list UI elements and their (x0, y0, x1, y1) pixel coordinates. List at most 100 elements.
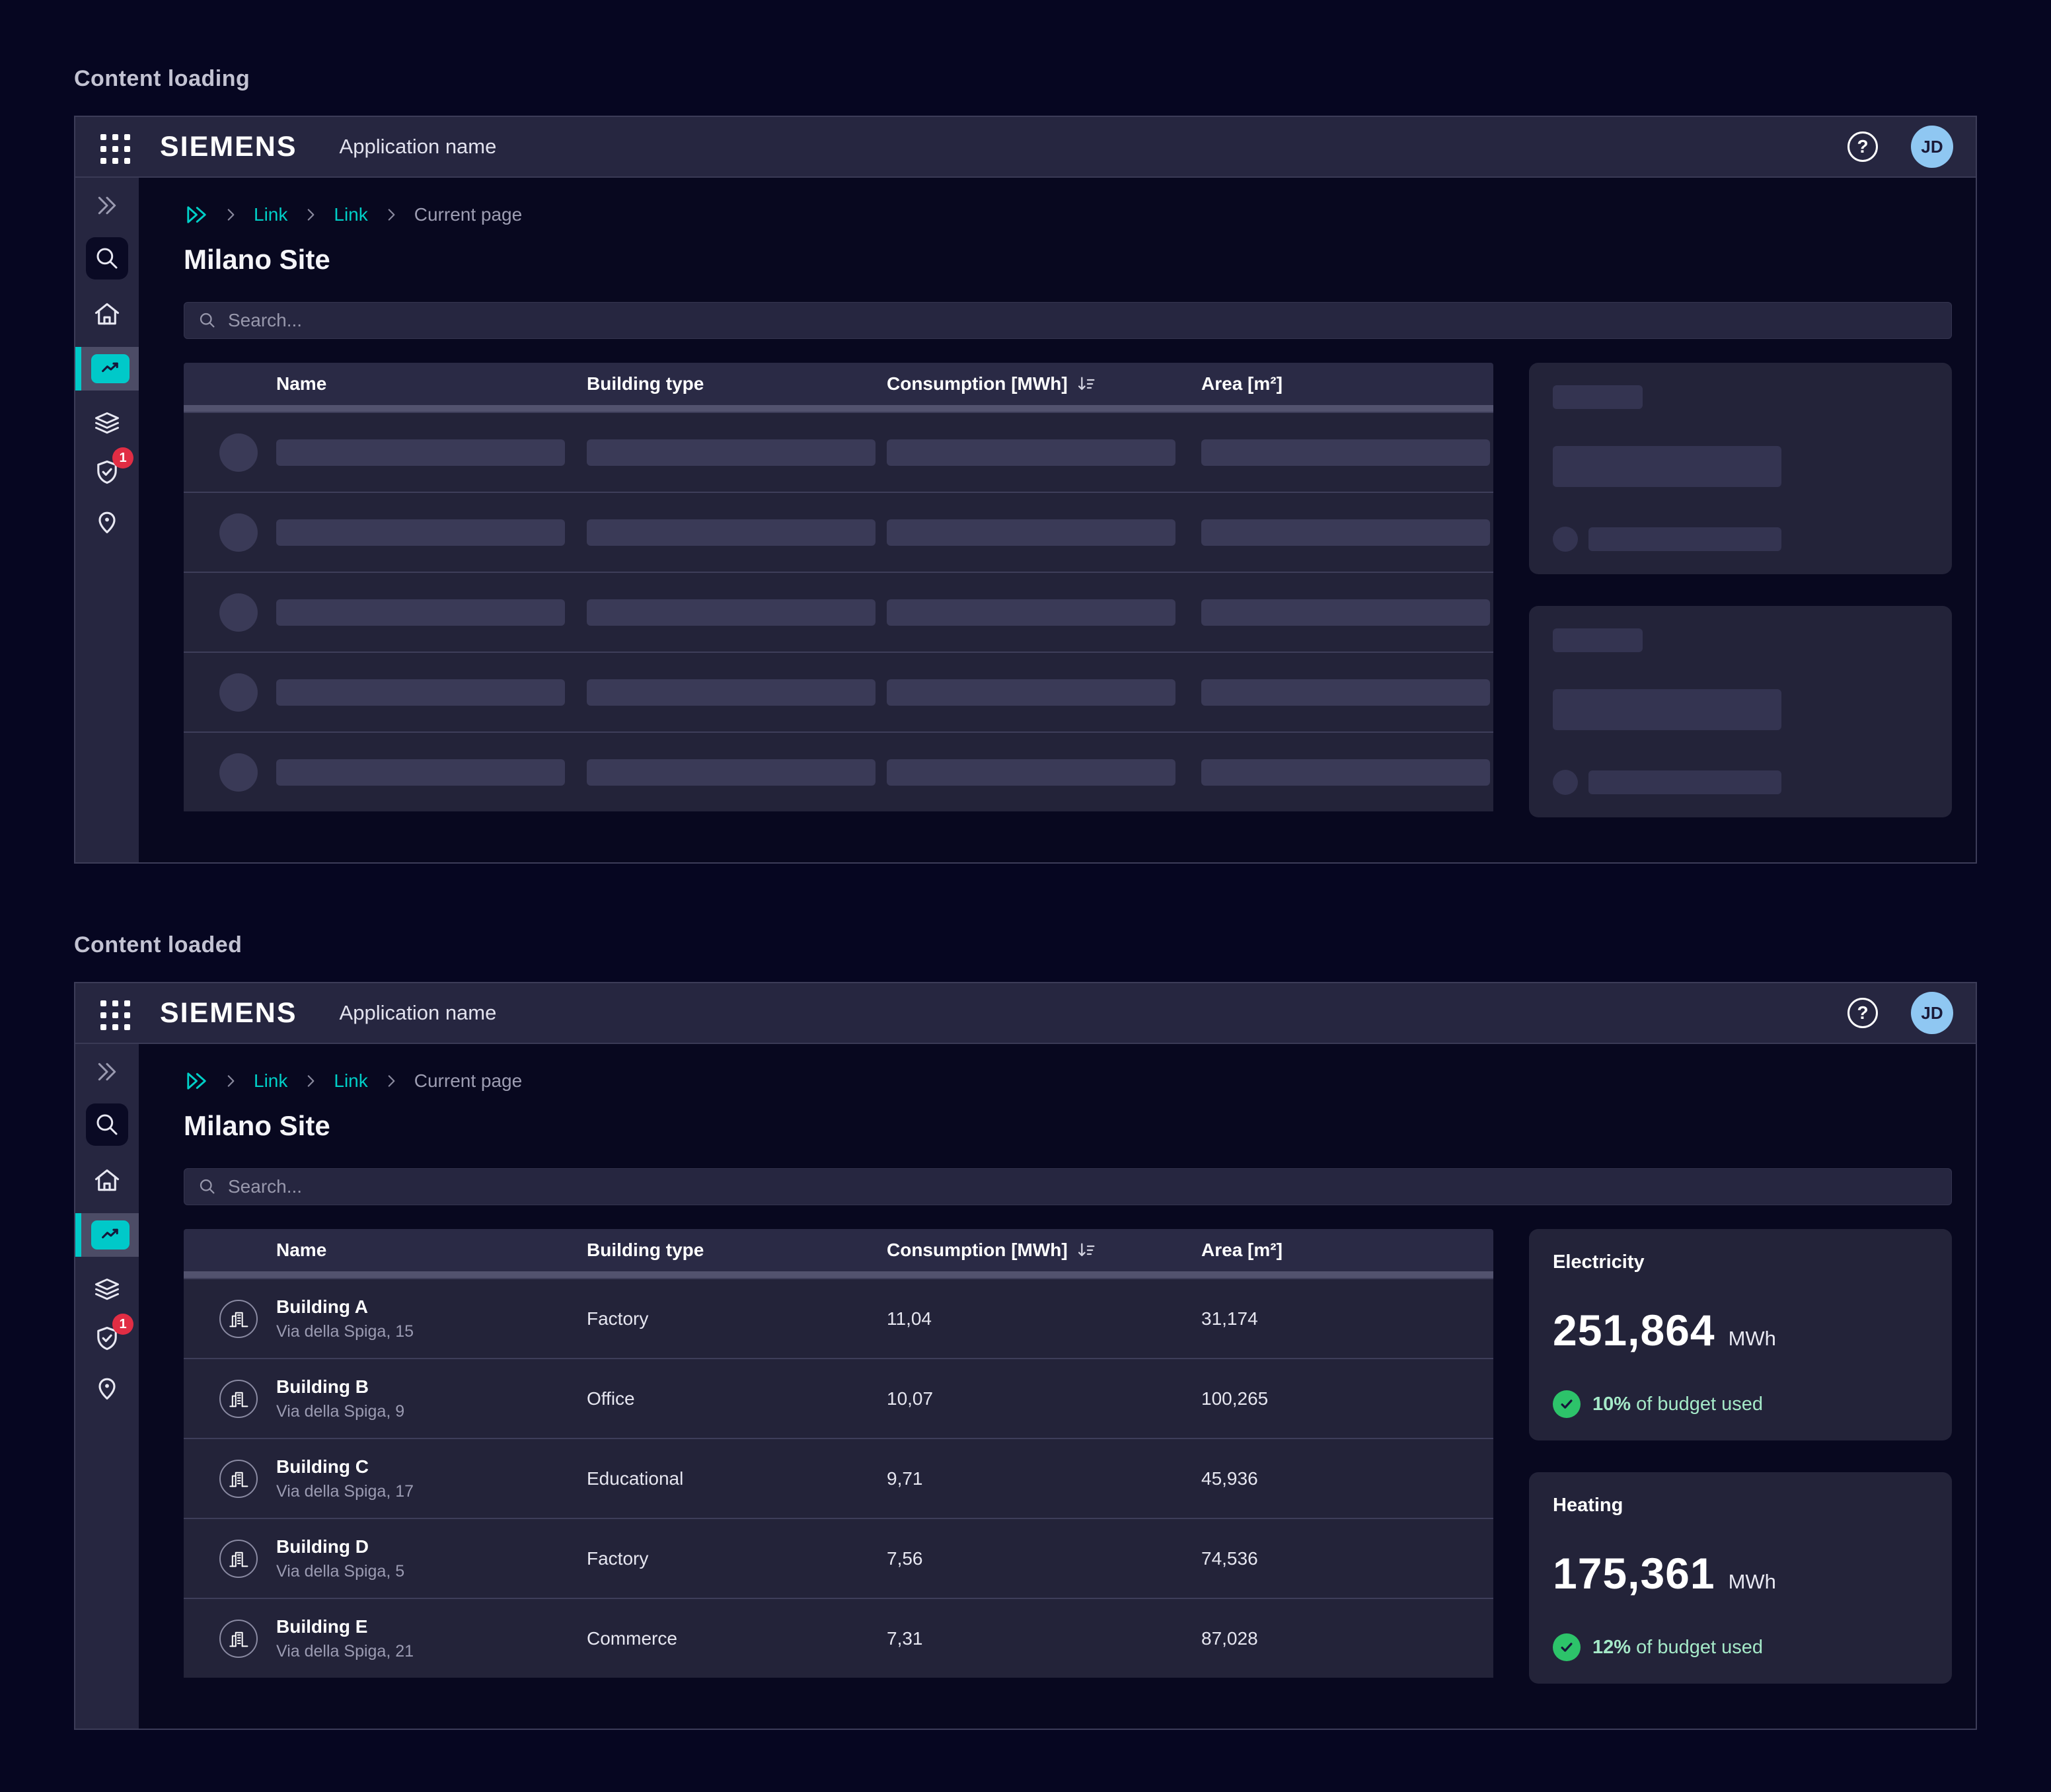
help-icon[interactable]: ? (1847, 131, 1878, 162)
building-icon (219, 1460, 258, 1498)
column-header-type: Building type (587, 373, 887, 394)
building-consumption: 10,07 (887, 1388, 1201, 1409)
column-header-area: Area [m²] (1201, 373, 1493, 394)
column-header-consumption[interactable]: Consumption [MWh] (887, 1240, 1201, 1261)
sidebar-item-analytics-active[interactable] (75, 1213, 139, 1257)
sidebar-item-location[interactable] (93, 505, 122, 537)
table-header-row: Name Building type Consumption [MWh] Are… (184, 1229, 1493, 1271)
table-header-row: Name Building type Consumption [MWh] Are… (184, 363, 1493, 405)
chevron-right-icon (222, 1072, 239, 1090)
skeleton-bar (887, 439, 1175, 466)
app-window-loaded: SIEMENS Application name ? JD (74, 982, 1977, 1730)
skeleton-status-dot (1553, 770, 1578, 795)
skeleton-avatar (219, 593, 258, 632)
skeleton-status-line (1588, 527, 1781, 551)
skeleton-status-line (1588, 770, 1781, 794)
app-header: SIEMENS Application name ? JD (75, 117, 1976, 178)
breadcrumb-link[interactable]: Link (334, 1070, 367, 1092)
search-bar[interactable] (184, 302, 1952, 339)
building-address: Via della Spiga, 5 (276, 1562, 587, 1581)
skeleton-avatar (219, 753, 258, 792)
sidebar-item-home[interactable] (93, 1164, 122, 1196)
sidebar-item-compliance[interactable]: 1 (93, 1323, 122, 1355)
chevron-right-icon (302, 1072, 319, 1090)
app-launcher-icon[interactable] (98, 131, 128, 162)
column-header-name: Name (276, 373, 587, 394)
breadcrumb-current: Current page (414, 1070, 522, 1092)
sidebar-expand-icon[interactable] (94, 191, 120, 220)
table-row-building-d[interactable]: Building D Via della Spiga, 5 Factory 7,… (184, 1518, 1493, 1598)
trend-chart-icon (91, 1220, 130, 1250)
building-address: Via della Spiga, 15 (276, 1322, 587, 1341)
building-name: Building D (276, 1536, 587, 1558)
application-name: Application name (340, 135, 497, 159)
avatar[interactable]: JD (1911, 992, 1953, 1034)
sidebar-expand-icon[interactable] (94, 1057, 120, 1086)
app-launcher-icon[interactable] (98, 998, 128, 1028)
skeleton-bar (587, 519, 876, 546)
skeleton-bar (1201, 679, 1490, 706)
search-input[interactable] (228, 310, 1938, 331)
card-unit: MWh (1729, 1327, 1776, 1351)
table-row-building-e[interactable]: Building E Via della Spiga, 21 Commerce … (184, 1598, 1493, 1678)
budget-status: 12% of budget used (1592, 1637, 1763, 1659)
app-header: SIEMENS Application name ? JD (75, 983, 1976, 1044)
building-icon (219, 1300, 258, 1338)
page-title: Milano Site (184, 244, 1952, 276)
table-row-building-b[interactable]: Building B Via della Spiga, 9 Office 10,… (184, 1358, 1493, 1438)
sidebar-item-search[interactable] (86, 1103, 128, 1146)
skeleton-row (184, 492, 1493, 572)
building-name: Building A (276, 1296, 587, 1318)
sidebar: 1 (75, 178, 139, 862)
breadcrumb-link[interactable]: Link (334, 204, 367, 225)
skeleton-bar (887, 679, 1175, 706)
brand-logo: SIEMENS (160, 997, 297, 1029)
sidebar-item-compliance[interactable]: 1 (93, 457, 122, 488)
help-icon[interactable]: ? (1847, 998, 1878, 1028)
chevron-right-icon (222, 206, 239, 223)
sidebar-item-search[interactable] (86, 237, 128, 280)
avatar[interactable]: JD (1911, 126, 1953, 168)
card-unit: MWh (1729, 1570, 1776, 1594)
skeleton-row (184, 731, 1493, 811)
building-area: 100,265 (1201, 1388, 1493, 1409)
buildings-table: Name Building type Consumption [MWh] Are… (184, 1229, 1493, 1729)
table-row-building-c[interactable]: Building C Via della Spiga, 17 Education… (184, 1438, 1493, 1518)
main-content: Link Link Current page Milano Site Name … (139, 1044, 1976, 1729)
skeleton-bar (887, 599, 1175, 626)
chevron-right-icon (302, 206, 319, 223)
notification-badge: 1 (112, 447, 133, 468)
building-type: Office (587, 1388, 887, 1409)
search-bar[interactable] (184, 1168, 1952, 1205)
search-input[interactable] (228, 1176, 1938, 1197)
skeleton-avatar (219, 673, 258, 712)
sort-descending-icon (1076, 1240, 1097, 1261)
sidebar-item-layers[interactable] (93, 1274, 122, 1306)
skeleton-bar (887, 759, 1175, 786)
breadcrumb-link[interactable]: Link (254, 204, 287, 225)
skeleton-bar (1201, 519, 1490, 546)
summary-cards-loading (1529, 363, 1952, 862)
skeleton-bar (276, 679, 565, 706)
sidebar-item-location[interactable] (93, 1372, 122, 1403)
breadcrumb-link[interactable]: Link (254, 1070, 287, 1092)
building-icon (219, 1540, 258, 1578)
success-check-icon (1553, 1633, 1581, 1661)
building-consumption: 11,04 (887, 1308, 1201, 1329)
sidebar-item-layers[interactable] (93, 408, 122, 439)
column-header-consumption[interactable]: Consumption [MWh] (887, 373, 1201, 394)
chevron-right-icon (383, 206, 400, 223)
skeleton-bar (887, 519, 1175, 546)
app-window-loading: SIEMENS Application name ? JD (74, 116, 1977, 864)
building-type: Commerce (587, 1628, 887, 1649)
skeleton-avatar (219, 433, 258, 472)
skeleton-bar (1201, 599, 1490, 626)
search-icon (198, 1177, 217, 1197)
sidebar-item-home[interactable] (93, 298, 122, 330)
breadcrumb-root-icon[interactable] (184, 203, 207, 227)
building-address: Via della Spiga, 9 (276, 1402, 587, 1421)
column-header-area: Area [m²] (1201, 1240, 1493, 1261)
breadcrumb-root-icon[interactable] (184, 1069, 207, 1093)
sidebar-item-analytics-active[interactable] (75, 347, 139, 391)
table-row-building-a[interactable]: Building A Via della Spiga, 15 Factory 1… (184, 1278, 1493, 1358)
